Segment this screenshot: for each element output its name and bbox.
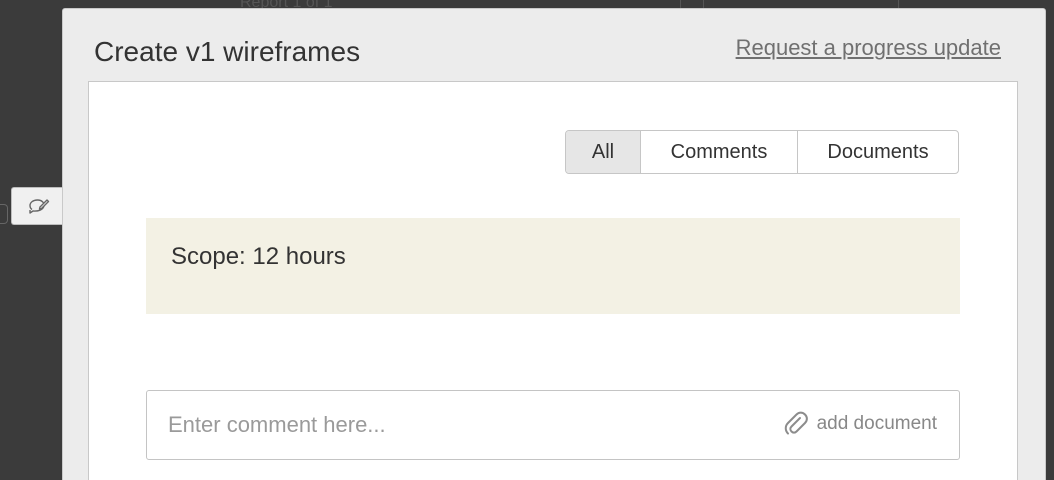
comment-edit-icon (28, 199, 49, 214)
scope-notice: Scope: 12 hours (146, 218, 960, 314)
add-document-label: add document (816, 413, 937, 434)
add-document-button[interactable]: add document (783, 411, 937, 437)
paperclip-icon (784, 411, 808, 435)
request-progress-update-link[interactable]: Request a progress update (736, 35, 1001, 61)
comment-input[interactable] (147, 391, 747, 459)
activity-filter-group: All Comments Documents (565, 130, 959, 174)
comment-side-tab[interactable] (11, 187, 63, 225)
comment-composer: add document (146, 390, 960, 460)
activity-panel: All Comments Documents Scope: 12 hours a… (88, 81, 1018, 480)
filter-comments-button[interactable]: Comments (641, 131, 798, 173)
filter-documents-button[interactable]: Documents (798, 131, 958, 173)
backdrop-edge (0, 204, 8, 224)
scope-text: Scope: 12 hours (171, 243, 346, 270)
task-modal: Create v1 wireframes Request a progress … (62, 8, 1046, 480)
filter-all-button[interactable]: All (566, 131, 641, 173)
modal-title: Create v1 wireframes (94, 36, 361, 67)
